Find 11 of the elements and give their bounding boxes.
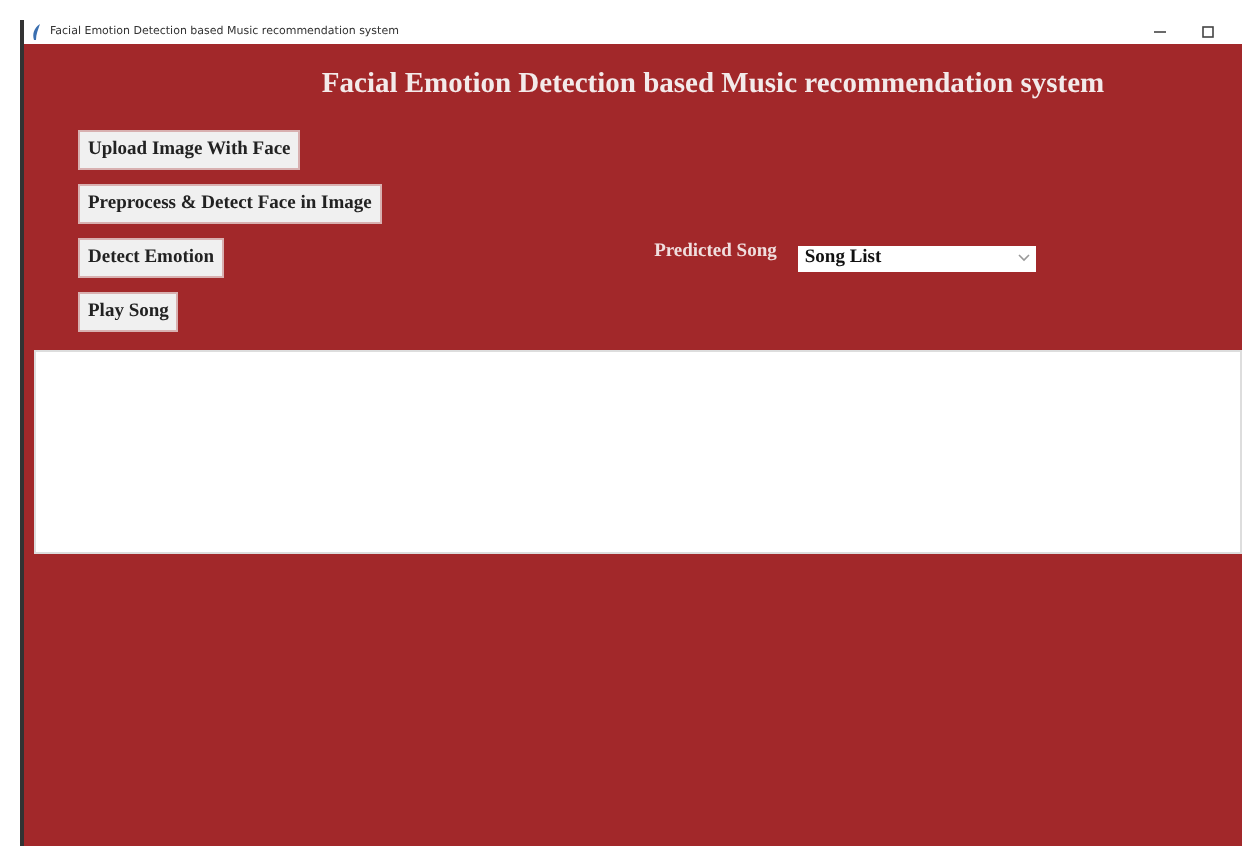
action-button[interactable]: Detect Emotion bbox=[78, 238, 225, 278]
feather-icon bbox=[32, 24, 42, 40]
minimize-icon[interactable] bbox=[1154, 26, 1166, 38]
predicted-song-label: Predicted Song bbox=[654, 242, 777, 262]
action-button[interactable]: Preprocess & Detect Face in Image bbox=[78, 184, 382, 224]
app-heading: Facial Emotion Detection based Music recommendation system bbox=[321, 68, 1105, 102]
action-button[interactable]: Play Song bbox=[78, 292, 179, 332]
song-dropdown[interactable]: Song List bbox=[798, 245, 1037, 271]
caret-icon bbox=[1018, 254, 1031, 262]
maximize-icon[interactable] bbox=[1202, 26, 1214, 38]
action-button[interactable]: Upload Image With Face bbox=[78, 130, 301, 170]
